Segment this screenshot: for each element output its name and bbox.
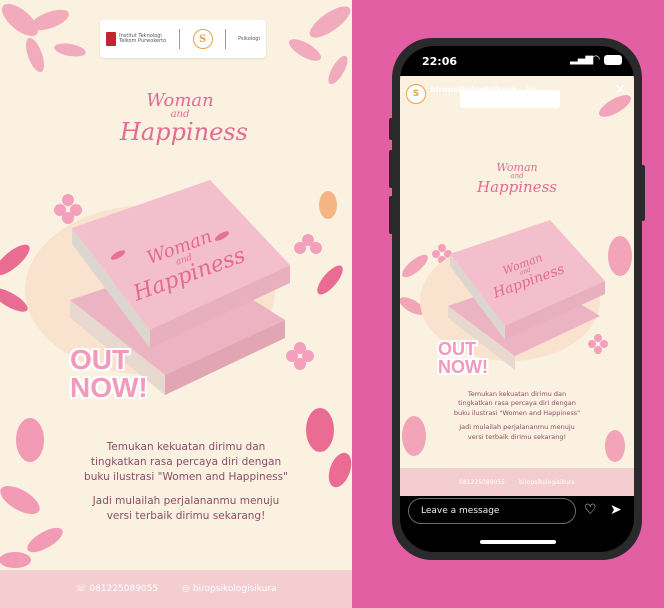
heart-icon[interactable]: ♡: [584, 502, 597, 518]
partner-logos: Institut Teknologi Telkom Purwokerto S P…: [100, 20, 266, 58]
telkom-text: Institut Teknologi Telkom Purwokerto: [119, 32, 167, 44]
message-placeholder: Leave a message: [421, 506, 500, 516]
desc-p2-line1: Jadi mulailah perjalananmu menuju: [92, 494, 280, 507]
story-desc-p2-line2: versi terbaik dirimu sekarang!: [467, 432, 567, 441]
divider: [224, 29, 226, 49]
story-phone: 081225089055: [459, 478, 505, 486]
desc-p1-line2: tingkatkan rasa percaya diri dengan: [90, 456, 282, 469]
home-indicator[interactable]: [480, 540, 556, 544]
story-title-line2: Happiness: [477, 178, 557, 196]
divider: [179, 29, 181, 49]
telkom-mark-icon: [106, 32, 117, 46]
story-title: Woman and Happiness: [474, 162, 560, 195]
story-now-text: NOW!: [438, 357, 488, 377]
desc-p1-line3: buku ilustrasi "Women and Happiness": [84, 471, 288, 484]
desc-p2-line2: versi terbaik dirimu sekarang!: [106, 509, 266, 522]
psikologi-logo: Psikologi: [238, 36, 260, 42]
sikura-logo: S: [192, 29, 213, 49]
story-content: S biropsikologisikura 6h ✕ Woman and Hap…: [400, 76, 634, 496]
now-text: NOW!: [70, 372, 148, 403]
close-icon[interactable]: ✕: [614, 82, 626, 98]
message-input[interactable]: Leave a message: [408, 498, 576, 524]
story-desc-p1-line2: tingkatkan rasa percaya diri dengan: [458, 399, 576, 408]
instagram-icon: ◎: [182, 584, 193, 594]
telkom-logo: Institut Teknologi Telkom Purwokerto: [106, 32, 167, 46]
profile-avatar[interactable]: S: [406, 84, 426, 104]
status-time: 22:06: [422, 55, 458, 68]
battery-icon: [604, 55, 622, 65]
story-footer: 081225089055 biropsikologisikura: [400, 468, 634, 496]
wifi-icon: ◠: [592, 54, 600, 65]
poster-title: Woman and Happiness: [120, 90, 248, 146]
story-desc-p1-line3: buku ilustrasi "Women and Happiness": [453, 408, 581, 417]
poster-footer: ☏ 081225089055 ◎ biropsikologisikura: [0, 570, 352, 608]
desc-p1-line1: Temukan kekuatan dirimu dan: [106, 441, 266, 453]
status-bar: 22:06 ▂▄▆ ◠: [400, 46, 634, 76]
story-out-text: OUT: [438, 339, 476, 359]
description: Temukan kekuatan dirimu dan tingkatkan r…: [70, 440, 302, 524]
stage: Institut Teknologi Telkom Purwokerto S P…: [0, 0, 664, 608]
out-text: OUT: [70, 344, 130, 375]
send-icon[interactable]: ➤: [610, 502, 622, 518]
instagram-contact: ◎ biropsikologisikura: [182, 584, 277, 594]
story-out-now: OUT NOW!: [438, 340, 488, 376]
story-description: Temukan kekuatan dirimu dan tingkatkan r…: [422, 390, 612, 442]
story-instagram: biropsikologisikura: [518, 478, 575, 486]
phone-screen: 22:06 ▂▄▆ ◠ S ✕ Woman and Happiness Woma…: [400, 46, 634, 552]
instagram-handle: biropsikologisikura: [192, 584, 277, 594]
story-logos: [460, 90, 560, 108]
out-now-badge: OUT NOW!: [70, 346, 148, 402]
story-desc-p2-line1: Jadi mulailah perjalananmu menuju: [459, 423, 575, 432]
title-line2: Happiness: [120, 118, 248, 146]
title-line1: Woman: [146, 90, 214, 111]
poster: Institut Teknologi Telkom Purwokerto S P…: [0, 0, 352, 608]
story-desc-p1-line1: Temukan kekuatan dirimu dan: [467, 390, 567, 398]
signal-icon: ▂▄▆: [570, 54, 594, 65]
phone-contact: ☏ 081225089055: [75, 584, 158, 594]
phone-number: 081225089055: [89, 584, 159, 594]
phone-icon: ☏: [75, 584, 90, 594]
dynamic-island: [486, 54, 546, 70]
